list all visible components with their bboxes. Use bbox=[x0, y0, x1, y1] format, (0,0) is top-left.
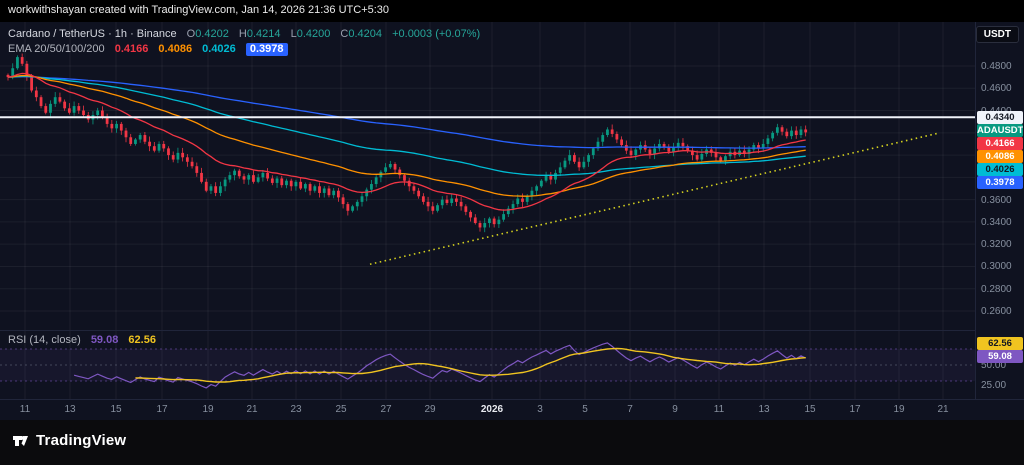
rsi-axis-tag: 62.56 bbox=[977, 336, 1023, 350]
price-axis-tag: 0.3978 bbox=[977, 175, 1023, 189]
ema-legend[interactable]: EMA 20/50/100/200 0.4166 0.4086 0.4026 0… bbox=[8, 43, 288, 56]
time-axis-label: 15 bbox=[110, 404, 122, 415]
price-axis-tag: 0.4166 bbox=[977, 136, 1023, 150]
rsi-legend[interactable]: RSI (14, close) 59.08 62.56 bbox=[8, 334, 156, 346]
quote-currency-button[interactable]: USDT bbox=[975, 26, 1019, 43]
watermark-bar: workwithshayan created with TradingView.… bbox=[0, 0, 1024, 22]
price-tick-label: 0.2800 bbox=[981, 283, 1012, 295]
time-axis-label: 17 bbox=[849, 404, 861, 415]
time-axis-label: 5 bbox=[582, 404, 588, 415]
price-tick-label: 0.2600 bbox=[981, 305, 1012, 317]
ema200-value: 0.3978 bbox=[245, 43, 288, 56]
high-value: 0.4214 bbox=[246, 28, 281, 40]
time-axis[interactable]: 11 13 15 17 19 21 23 25 27 29 2026 3 5 7 9 11 13 15 17 19 21 bbox=[0, 399, 1024, 420]
ema20-value: 0.4166 bbox=[114, 43, 149, 55]
time-axis-label: 29 bbox=[424, 404, 436, 415]
time-axis-label: 21 bbox=[246, 404, 258, 415]
price-axis-tag: 0.4086 bbox=[977, 149, 1023, 163]
price-tick-label: 0.4600 bbox=[981, 83, 1012, 95]
brand-text: TradingView bbox=[36, 432, 127, 449]
time-axis-label: 17 bbox=[156, 404, 168, 415]
watermark-text: workwithshayan created with TradingView.… bbox=[8, 4, 390, 16]
time-axis-label: 9 bbox=[672, 404, 678, 415]
tradingview-logo-icon bbox=[12, 432, 29, 449]
time-axis-label: 19 bbox=[202, 404, 214, 415]
time-axis-label: 27 bbox=[380, 404, 392, 415]
footer-bar: TradingView bbox=[0, 420, 1024, 465]
open-value: 0.4202 bbox=[195, 28, 229, 40]
tradingview-chart-window: workwithshayan created with TradingView.… bbox=[0, 0, 1024, 465]
time-axis-label: 3 bbox=[537, 404, 543, 415]
tradingview-brand[interactable]: TradingView bbox=[12, 432, 126, 449]
rsi-label[interactable]: RSI (14, close) bbox=[8, 334, 81, 346]
time-axis-label: 13 bbox=[64, 404, 76, 415]
price-axis-tag: 0.4026 bbox=[977, 162, 1023, 176]
time-axis-label: 25 bbox=[335, 404, 347, 415]
rsi-ma-value: 62.56 bbox=[128, 334, 156, 346]
time-axis-label: 2026 bbox=[480, 404, 504, 415]
price-axis-tag: 0.4340 bbox=[977, 110, 1023, 124]
time-axis-label: 11 bbox=[19, 404, 31, 415]
time-axis-label: 11 bbox=[713, 404, 725, 415]
change-value: +0.0003 (+0.07%) bbox=[392, 28, 481, 40]
close-value: 0.4204 bbox=[348, 28, 383, 40]
price-tick-label: 0.3000 bbox=[981, 261, 1012, 273]
rsi-tick-label: 25.00 bbox=[981, 380, 1007, 391]
low-value: 0.4200 bbox=[296, 28, 331, 40]
symbol-legend[interactable]: Cardano / TetherUS · 1h · Binance O0.420… bbox=[8, 28, 480, 40]
price-tick-label: 0.4800 bbox=[981, 61, 1012, 72]
rsi-value: 59.08 bbox=[90, 334, 119, 346]
rsi-axis-tag: 59.08 bbox=[977, 349, 1023, 363]
time-axis-label: 7 bbox=[627, 404, 633, 415]
ema50-value: 0.4086 bbox=[158, 43, 193, 55]
price-tick-label: 0.3400 bbox=[981, 216, 1012, 228]
price-axis-tag: ADAUSDT bbox=[977, 123, 1023, 137]
time-axis-label: 15 bbox=[804, 404, 816, 415]
ema100-value: 0.4026 bbox=[202, 43, 236, 55]
open-label: O bbox=[186, 28, 196, 40]
time-axis-label: 13 bbox=[758, 404, 770, 415]
time-axis-label: 21 bbox=[937, 404, 949, 415]
price-chart-svg[interactable] bbox=[0, 22, 975, 330]
symbol-title[interactable]: Cardano / TetherUS · 1h · Binance bbox=[8, 28, 177, 40]
chart-area[interactable]: 0.48000.46000.44000.36000.34000.32000.30… bbox=[0, 22, 1024, 420]
price-axis[interactable]: 0.48000.46000.44000.36000.34000.32000.30… bbox=[975, 22, 1024, 399]
high-label: H bbox=[238, 28, 247, 40]
time-axis-label: 19 bbox=[893, 404, 905, 415]
time-axis-label: 23 bbox=[290, 404, 302, 415]
price-tick-label: 0.3200 bbox=[981, 239, 1012, 251]
price-tick-label: 0.3600 bbox=[981, 194, 1012, 206]
price-pane[interactable] bbox=[0, 22, 975, 330]
ema-label[interactable]: EMA 20/50/100/200 bbox=[8, 43, 105, 55]
